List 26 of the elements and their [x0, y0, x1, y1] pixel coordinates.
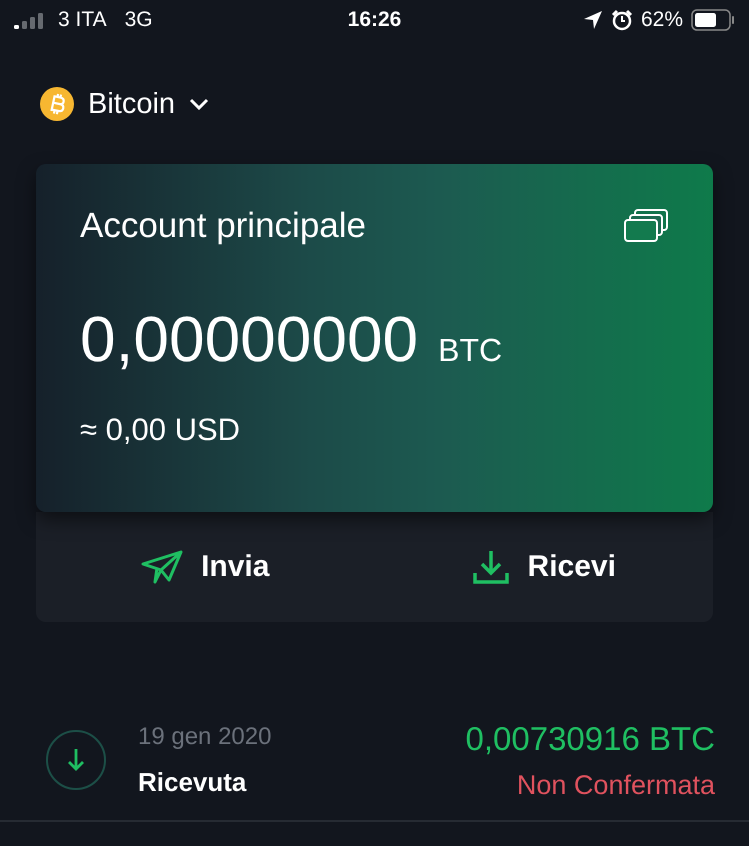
carrier-text: 3 ITA — [58, 8, 107, 32]
chevron-down-icon[interactable] — [189, 98, 210, 110]
currency-selector[interactable]: Bitcoin — [88, 88, 176, 120]
bitcoin-coin-icon — [40, 87, 74, 121]
network-type: 3G — [124, 8, 153, 32]
transaction-amount: 0,00730916 BTC — [465, 720, 715, 758]
send-button[interactable]: Invia — [36, 512, 374, 622]
alarm-clock-icon — [610, 9, 633, 31]
receive-button[interactable]: Ricevi — [374, 512, 713, 622]
balance-unit: BTC — [438, 332, 502, 369]
battery-icon — [691, 9, 735, 31]
account-card[interactable]: Account principale 0,00000000 BTC ≈ 0,00 USD — [36, 164, 713, 512]
arrow-down-icon — [46, 730, 106, 790]
transaction-type: Ricevuta — [138, 766, 248, 798]
transaction-status: Non Confermata — [516, 770, 715, 800]
transaction-row[interactable]: 19 gen 2020 Ricevuta 0,00730916 BTC Non Confermata — [0, 700, 749, 822]
transaction-date: 19 gen 2020 — [138, 722, 272, 750]
cards-icon[interactable] — [623, 208, 669, 244]
download-icon — [472, 549, 510, 585]
paper-plane-icon — [141, 550, 184, 584]
fiat-balance: ≈ 0,00 USD — [80, 412, 242, 448]
account-name: Account principale — [80, 206, 366, 246]
battery-percentage: 62% — [640, 8, 683, 32]
location-arrow-icon — [582, 10, 603, 30]
balance-amount: 0,00000000 — [80, 302, 418, 376]
clock-time: 16:26 — [348, 8, 402, 32]
